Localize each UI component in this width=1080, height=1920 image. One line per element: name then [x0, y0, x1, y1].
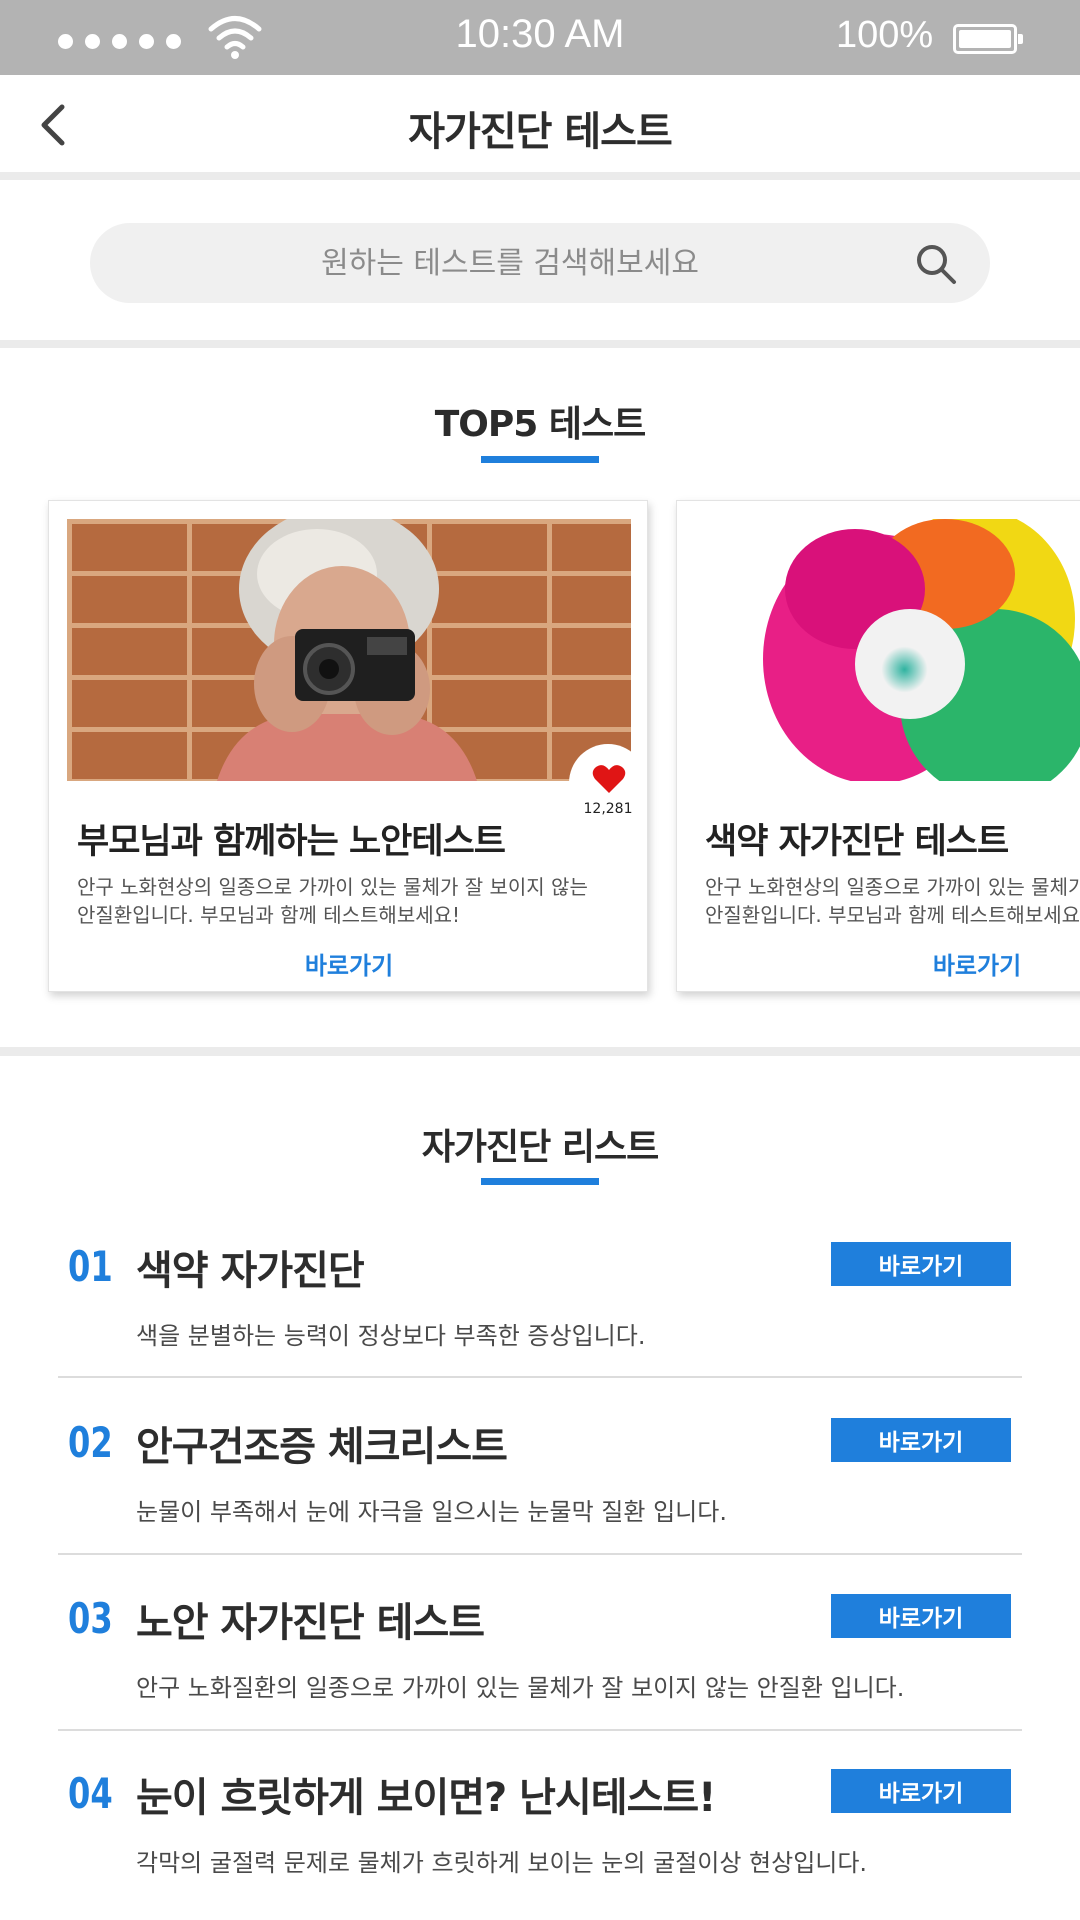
like-badge[interactable]: 12,281: [569, 744, 647, 822]
top5-card[interactable]: 12,281 부모님과 함께하는 노안테스트 안구 노화현상의 일종으로 가까이…: [48, 500, 648, 992]
battery-percentage: 100%: [836, 14, 934, 56]
battery-icon: [953, 24, 1023, 54]
heart-icon: [592, 765, 626, 793]
list-item-title: 색약 자가진단: [136, 1248, 365, 1294]
card-go-link[interactable]: 바로가기: [677, 946, 1080, 981]
status-bar: 10:30 AM 100%: [0, 0, 1080, 75]
list-item-title: 노안 자가진단 테스트: [136, 1600, 485, 1646]
card-image-camera-photo: [67, 519, 631, 781]
header-divider: [0, 172, 1080, 180]
card-description: 안구 노화현상의 일종으로 가까이 있는 물체가 잘 보이지 않는 안질환입니다…: [705, 875, 1080, 927]
card-title: 부모님과 함께하는 노안테스트: [77, 822, 506, 862]
list-item-number: 04: [68, 1769, 113, 1818]
card-go-link[interactable]: 바로가기: [49, 946, 649, 981]
list-divider: [58, 1376, 1022, 1378]
list-item-go-button[interactable]: 바로가기: [831, 1594, 1011, 1638]
list-section-title: 자가진단 리스트: [421, 1127, 659, 1168]
list-item: 04 눈이 흐릿하게 보이면? 난시테스트! 각막의 굴절력 문제로 물체가 흐…: [0, 1769, 1080, 1920]
top5-title-underline: [481, 456, 599, 463]
list-item-go-button[interactable]: 바로가기: [831, 1769, 1011, 1813]
list-item: 01 색약 자가진단 색을 분별하는 능력이 정상보다 부족한 증상입니다. 바…: [0, 1242, 1080, 1418]
section-divider: [0, 1047, 1080, 1056]
list-title-underline: [481, 1178, 599, 1185]
list-divider: [58, 1553, 1022, 1555]
list-item-number: 03: [68, 1594, 113, 1643]
page-title: 자가진단 테스트: [408, 109, 673, 155]
list-item-go-button[interactable]: 바로가기: [831, 1242, 1011, 1286]
app-header: 자가진단 테스트: [0, 75, 1080, 175]
top5-section-title: TOP5 테스트: [434, 404, 647, 445]
list-item-description: 눈물이 부족해서 눈에 자극을 일으시는 눈물막 질환 입니다.: [136, 1498, 727, 1526]
list-divider: [58, 1729, 1022, 1731]
list-item-title: 눈이 흐릿하게 보이면? 난시테스트!: [136, 1775, 716, 1821]
list-item: 02 안구건조증 체크리스트 눈물이 부족해서 눈에 자극을 일으시는 눈물막 …: [0, 1418, 1080, 1594]
search-input[interactable]: [130, 223, 890, 303]
top5-card[interactable]: 색약 자가진단 테스트 안구 노화현상의 일종으로 가까이 있는 물체가 잘 보…: [676, 500, 1080, 992]
search-bar: [90, 223, 990, 303]
list-item-description: 안구 노화질환의 일종으로 가까이 있는 물체가 잘 보이지 않는 안질환 입니…: [136, 1674, 905, 1702]
list-item-description: 각막의 굴절력 문제로 물체가 흐릿하게 보이는 눈의 굴절이상 현상입니다.: [136, 1849, 868, 1877]
list-item-title: 안구건조증 체크리스트: [136, 1424, 508, 1470]
search-divider: [0, 340, 1080, 348]
card-description: 안구 노화현상의 일종으로 가까이 있는 물체가 잘 보이지 않는 안질환입니다…: [77, 875, 588, 927]
list-item: 03 노안 자가진단 테스트 안구 노화질환의 일종으로 가까이 있는 물체가 …: [0, 1594, 1080, 1770]
card-image-flower-photo: [695, 519, 1080, 781]
list-item-number: 01: [68, 1242, 113, 1291]
like-count: 12,281: [583, 801, 633, 817]
list-item-number: 02: [68, 1418, 113, 1467]
list-item-go-button[interactable]: 바로가기: [831, 1418, 1011, 1462]
list-item-description: 색을 분별하는 능력이 정상보다 부족한 증상입니다.: [136, 1322, 646, 1350]
search-icon[interactable]: [913, 241, 959, 287]
card-title: 색약 자가진단 테스트: [705, 822, 1009, 862]
page: 10:30 AM 100% 자가진단 테스트 TOP5 테스트: [0, 0, 1080, 1920]
